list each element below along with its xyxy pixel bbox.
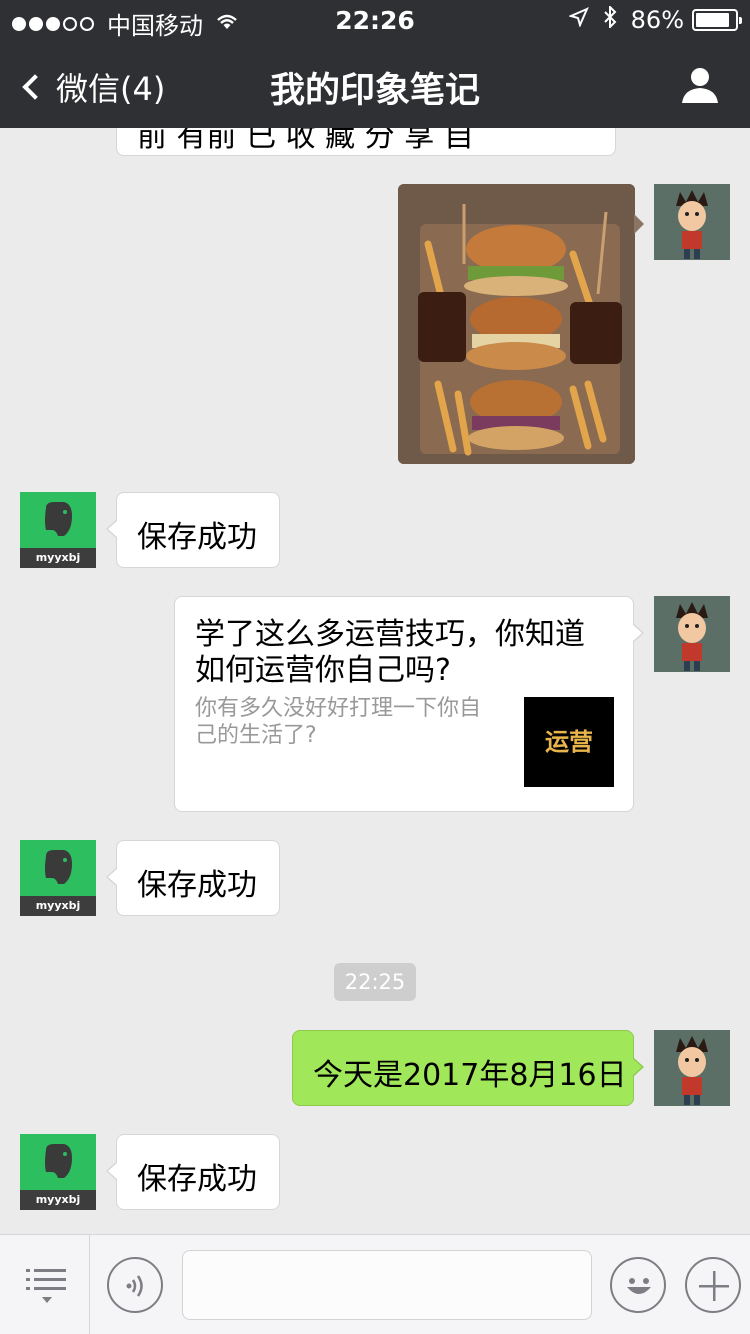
emoji-button[interactable]: [610, 1257, 666, 1313]
message-text: 保存成功: [137, 520, 257, 555]
evernote-avatar[interactable]: myyxbj: [20, 492, 96, 568]
page-title: 我的印象笔记: [269, 71, 480, 111]
card-description: 你有多久没好好打理一下你自己的生活了?: [195, 696, 482, 748]
location-arrow-icon: [567, 7, 589, 33]
message-text: 今天是2017年8月16日: [313, 1058, 627, 1093]
plus-button[interactable]: [685, 1257, 741, 1313]
message-bubble[interactable]: 保存成功: [106, 492, 280, 568]
message-text: 前 有前 已 收 藏 分 享 自: [137, 128, 474, 154]
message-text: 保存成功: [137, 868, 257, 903]
message-text: 保存成功: [137, 1162, 257, 1197]
elephant-icon: [40, 500, 76, 544]
link-card[interactable]: 学了这么多运营技巧，你知道如何运营你自己吗? 你有多久没好好打理一下你自己的生活…: [174, 596, 644, 812]
nav-bar: 微信(4) 我的印象笔记: [0, 40, 750, 128]
message-bubble[interactable]: 保存成功: [106, 1134, 280, 1210]
avatar-label: myyxbj: [20, 896, 96, 916]
message-bubble[interactable]: 今天是2017年8月16日: [292, 1030, 644, 1106]
message-input[interactable]: [182, 1250, 592, 1320]
bluetooth-icon: [603, 4, 617, 34]
emoji-icon: [620, 1267, 658, 1309]
avatar-label: myyxbj: [20, 1190, 96, 1210]
evernote-avatar[interactable]: myyxbj: [20, 840, 96, 916]
avatar[interactable]: [654, 184, 730, 260]
voice-icon: [123, 1272, 149, 1304]
avatar[interactable]: [654, 1030, 730, 1106]
message-bubble[interactable]: 前 有前 已 收 藏 分 享 自: [116, 128, 616, 156]
battery-percent: 86%: [630, 6, 684, 34]
card-thumbnail: 运营: [524, 697, 614, 787]
battery-icon: [692, 9, 742, 31]
top-bar: 中国移动 22:26 86% 微信(4) 我的印象笔记: [0, 0, 750, 128]
input-bar: [0, 1234, 750, 1334]
image-tail: [634, 214, 644, 234]
card-title: 学了这么多运营技巧，你知道如何运营你自己吗?: [195, 617, 585, 688]
evernote-avatar[interactable]: myyxbj: [20, 1134, 96, 1210]
avatar[interactable]: [654, 596, 730, 672]
chat-area[interactable]: 前 有前 已 收 藏 分 享 自 myyxbj 保存成功 学了这么多运营技巧，你…: [0, 128, 750, 1234]
status-bar: 中国移动 22:26 86%: [0, 0, 750, 40]
message-bubble[interactable]: 保存成功: [106, 840, 280, 916]
elephant-icon: [40, 1142, 76, 1186]
avatar-label: myyxbj: [20, 548, 96, 568]
status-right: 86%: [567, 4, 742, 34]
food-image-message[interactable]: [398, 184, 635, 464]
elephant-icon: [40, 848, 76, 892]
menu-toggle-button[interactable]: [0, 1235, 90, 1334]
list-menu-icon: [26, 1269, 68, 1309]
voice-button[interactable]: [107, 1257, 163, 1313]
person-icon[interactable]: [680, 65, 720, 105]
timestamp-badge: 22:25: [334, 963, 416, 1001]
plus-icon: [699, 1271, 729, 1305]
